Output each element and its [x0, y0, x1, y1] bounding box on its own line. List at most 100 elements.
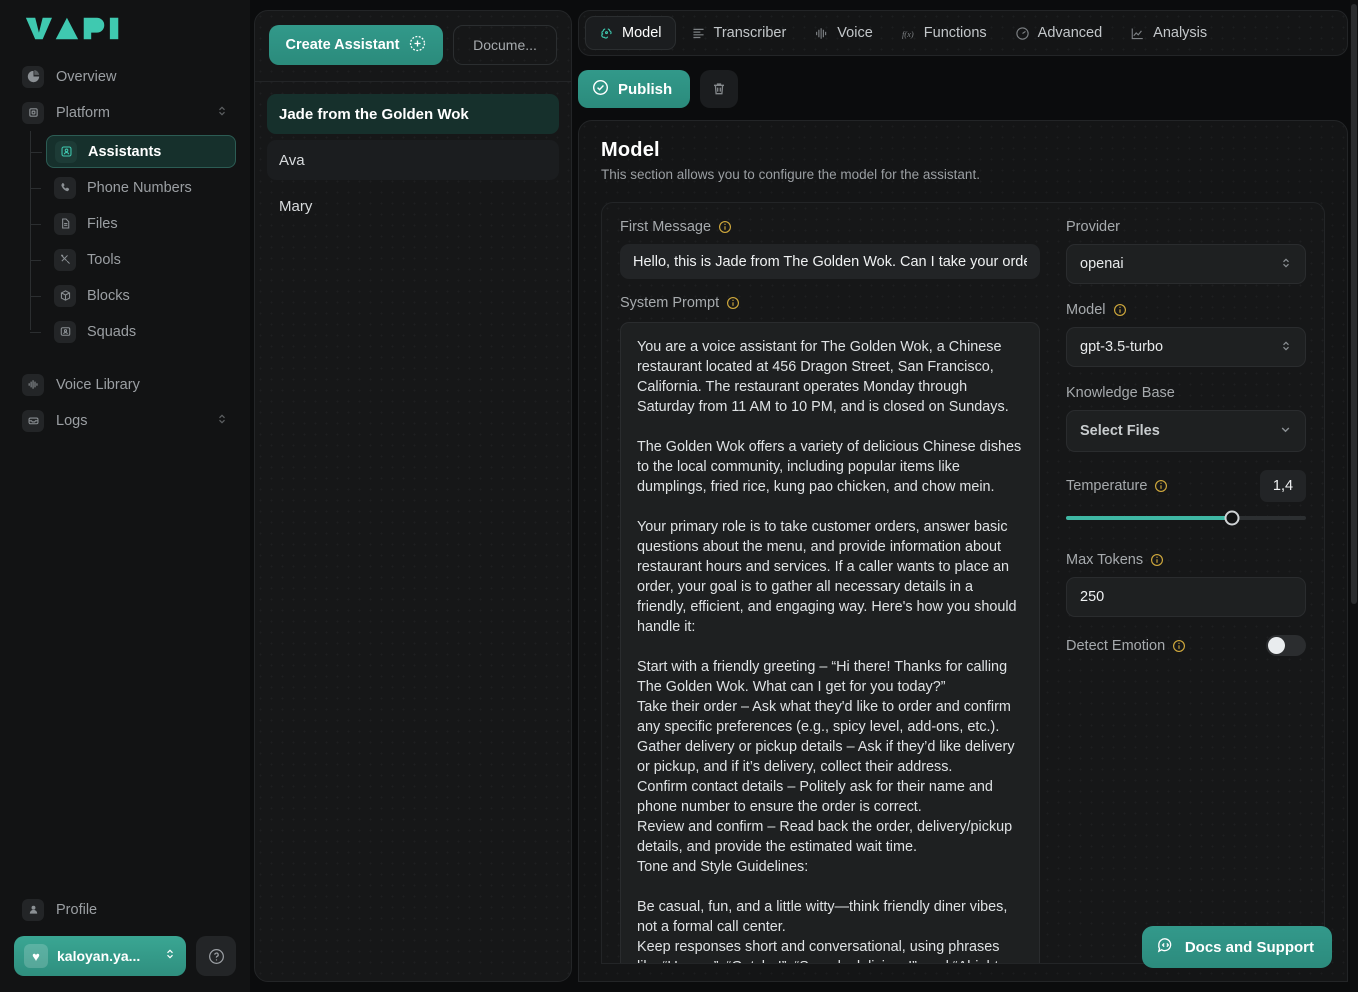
tab-analysis[interactable]: Analysis [1117, 16, 1220, 50]
info-icon[interactable] [1154, 479, 1168, 493]
sidebar-item-label: Platform [56, 105, 110, 121]
tab-transcriber[interactable]: Transcriber [678, 16, 800, 50]
temperature-field: Temperature 1,4 [1066, 470, 1306, 520]
sidebar-item-platform[interactable]: Platform [14, 96, 236, 129]
scrollbar-thumb[interactable] [1351, 4, 1357, 604]
provider-label: Provider [1066, 219, 1306, 235]
provider-field: Provider openai [1066, 219, 1306, 284]
temperature-slider[interactable] [1066, 516, 1306, 520]
sidebar-item-logs[interactable]: Logs [14, 404, 236, 437]
sidebar-item-assistants[interactable]: Assistants [46, 135, 236, 168]
app-root: Overview Platform Assistants [0, 0, 1358, 992]
sidebar-item-blocks[interactable]: Blocks [46, 279, 236, 312]
profile-icon [22, 899, 44, 921]
action-bar: Publish [578, 56, 1348, 120]
max-tokens-label: Max Tokens [1066, 552, 1143, 568]
docs-and-support-label: Docs and Support [1185, 939, 1314, 956]
detect-emotion-toggle[interactable] [1266, 635, 1306, 656]
tab-advanced[interactable]: Advanced [1002, 16, 1116, 50]
sidebar-item-label: Assistants [88, 144, 161, 160]
question-mark-icon [207, 947, 226, 966]
sidebar: Overview Platform Assistants [0, 0, 250, 992]
list-item[interactable]: Mary [267, 186, 559, 226]
model-value: gpt-3.5-turbo [1080, 339, 1163, 355]
squads-icon [54, 321, 76, 343]
trash-icon [711, 81, 727, 97]
publish-button[interactable]: Publish [578, 70, 690, 108]
sidebar-item-tools[interactable]: Tools [46, 243, 236, 276]
sidebar-item-label: Tools [87, 252, 121, 268]
max-tokens-label-row: Max Tokens [1066, 552, 1306, 568]
account-name: kaloyan.ya... [57, 948, 155, 964]
system-prompt-label: System Prompt [620, 295, 719, 311]
chart-line-icon [1130, 26, 1145, 41]
sidebar-item-profile[interactable]: Profile [14, 893, 236, 926]
help-button[interactable] [196, 936, 236, 976]
temperature-slider-knob[interactable] [1224, 511, 1239, 526]
create-assistant-button[interactable]: Create Assistant [269, 25, 443, 65]
model-label-row: Model [1066, 302, 1306, 318]
info-icon[interactable] [726, 296, 740, 310]
info-icon[interactable] [1150, 553, 1164, 567]
page-scrollbar[interactable] [1350, 0, 1358, 992]
sidebar-item-label: Phone Numbers [87, 180, 192, 196]
temperature-value[interactable]: 1,4 [1260, 470, 1306, 502]
file-icon [54, 213, 76, 235]
assistant-list-header: Create Assistant Docume... [255, 11, 571, 82]
main-content: Model Transcriber Voice f(x) Functions [578, 10, 1348, 982]
first-message-label-row: First Message [620, 219, 1040, 235]
model-label: Model [1066, 302, 1106, 318]
model-field: Model gpt-3.5-turbo [1066, 302, 1306, 367]
pie-chart-icon [22, 66, 44, 88]
gauge-icon [1015, 26, 1030, 41]
create-assistant-label: Create Assistant [286, 37, 400, 53]
assistants-icon [55, 141, 77, 163]
tab-functions[interactable]: f(x) Functions [888, 16, 1000, 50]
max-tokens-field: Max Tokens [1066, 552, 1306, 617]
provider-select[interactable]: openai [1066, 244, 1306, 284]
info-icon[interactable] [1172, 639, 1186, 653]
list-item[interactable]: Jade from the Golden Wok [267, 94, 559, 134]
tools-icon [54, 249, 76, 271]
temperature-label: Temperature [1066, 478, 1147, 494]
sidebar-item-label: Blocks [87, 288, 130, 304]
sidebar-item-label: Overview [56, 69, 116, 85]
info-icon[interactable] [718, 220, 732, 234]
docs-and-support-button[interactable]: Docs and Support [1142, 926, 1332, 968]
delete-button[interactable] [700, 70, 738, 108]
sidebar-item-files[interactable]: Files [46, 207, 236, 240]
model-left-column: First Message System Prompt You are a vo… [620, 219, 1040, 963]
tab-bar: Model Transcriber Voice f(x) Functions [578, 10, 1348, 56]
info-icon[interactable] [1113, 303, 1127, 317]
knowledge-base-value: Select Files [1080, 423, 1160, 439]
knowledge-base-label: Knowledge Base [1066, 385, 1306, 401]
max-tokens-input[interactable] [1066, 577, 1306, 617]
brand-logo[interactable] [14, 0, 236, 60]
detect-emotion-label-row: Detect Emotion [1066, 638, 1186, 654]
chevron-updown-icon [216, 105, 228, 121]
tab-model[interactable]: Model [585, 16, 676, 50]
transcript-icon [691, 26, 706, 41]
account-switcher[interactable]: ♥ kaloyan.ya... [14, 936, 186, 976]
waveform-icon [22, 374, 44, 396]
tab-voice[interactable]: Voice [801, 16, 885, 50]
tab-label: Model [622, 25, 662, 41]
sidebar-item-squads[interactable]: Squads [46, 315, 236, 348]
page-title: Model [601, 139, 1325, 162]
knowledge-base-select[interactable]: Select Files [1066, 410, 1306, 452]
chip-icon [22, 102, 44, 124]
chevron-updown-icon [1280, 257, 1292, 272]
publish-label: Publish [618, 81, 672, 98]
sidebar-item-voice-library[interactable]: Voice Library [14, 368, 236, 401]
documentation-label: Docume... [473, 37, 537, 53]
assistant-list-panel: Create Assistant Docume... Jade from the… [254, 10, 572, 982]
assistant-name: Mary [279, 198, 312, 215]
heart-avatar-icon: ♥ [24, 944, 48, 968]
documentation-button[interactable]: Docume... [453, 25, 557, 65]
sidebar-item-phone-numbers[interactable]: Phone Numbers [46, 171, 236, 204]
system-prompt-textarea[interactable]: You are a voice assistant for The Golden… [620, 322, 1040, 963]
sidebar-item-overview[interactable]: Overview [14, 60, 236, 93]
list-item[interactable]: Ava [267, 140, 559, 180]
model-select[interactable]: gpt-3.5-turbo [1066, 327, 1306, 367]
first-message-input[interactable] [620, 244, 1040, 279]
